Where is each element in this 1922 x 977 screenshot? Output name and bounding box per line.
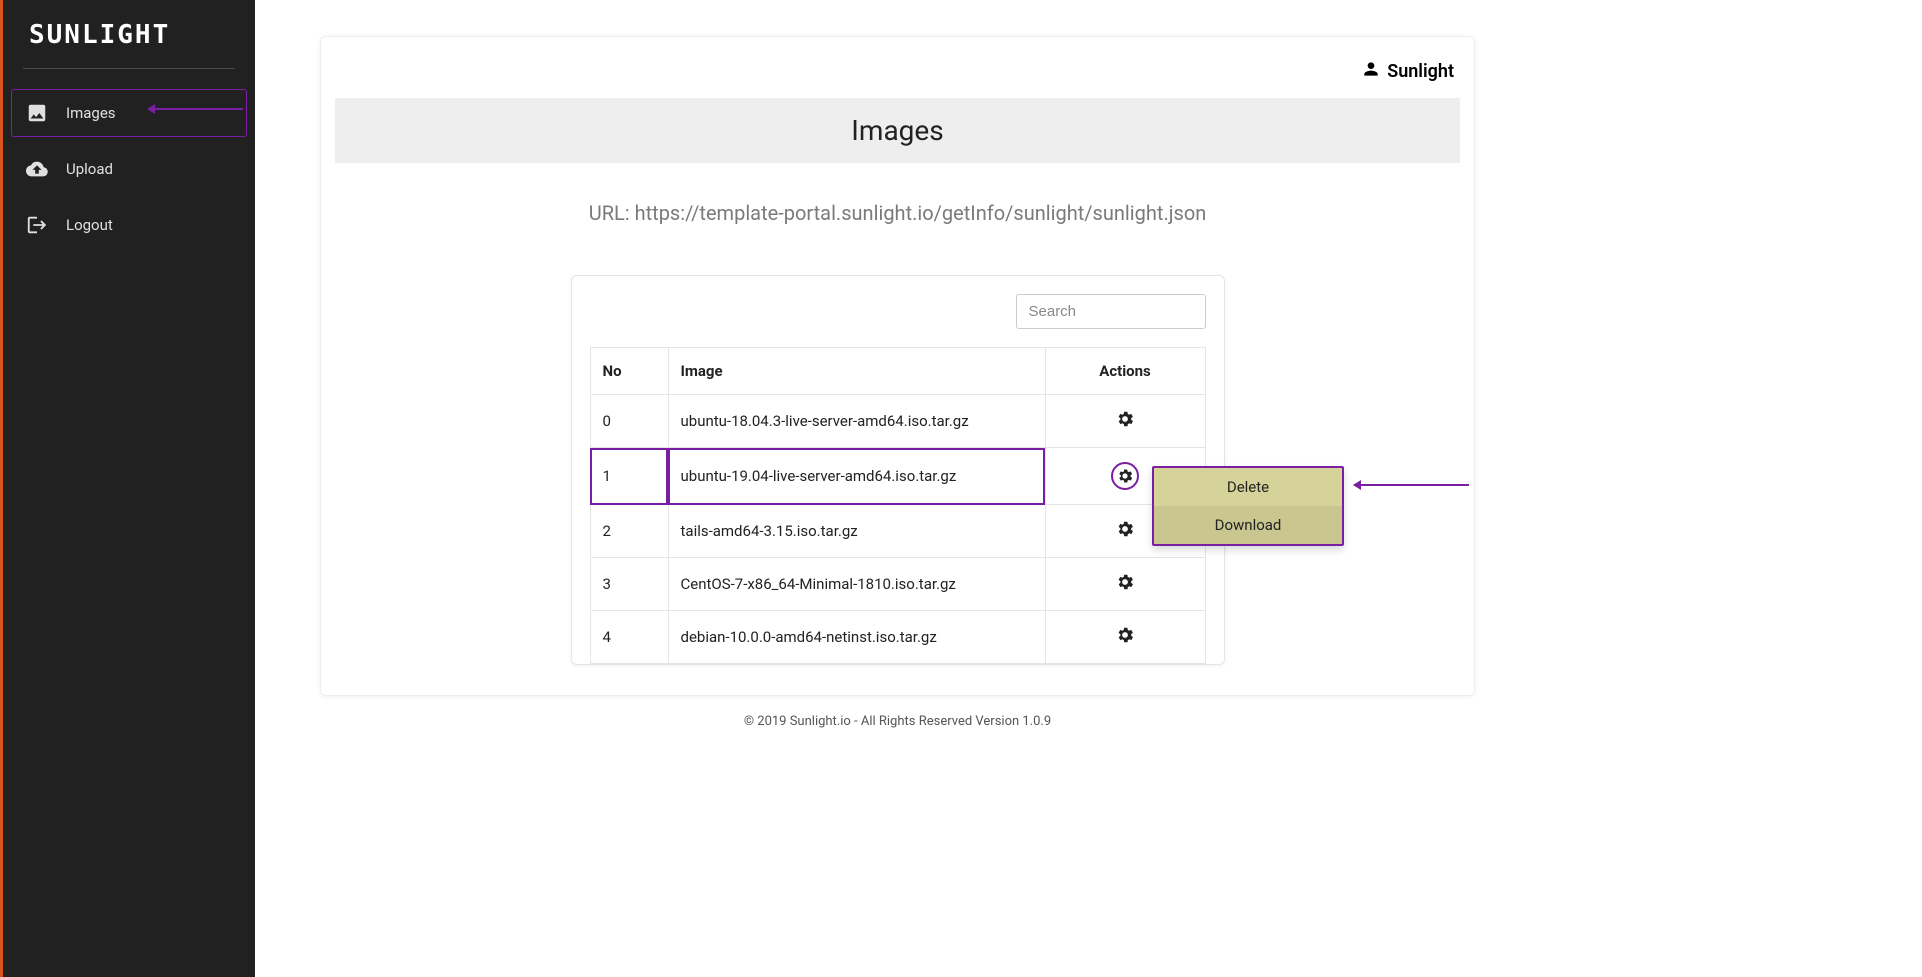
col-image: Image: [668, 348, 1045, 395]
user-name: Sunlight: [1387, 61, 1454, 82]
logout-icon: [26, 214, 48, 236]
cell-no: 1: [590, 448, 668, 505]
sidebar-item-label: Upload: [66, 160, 113, 178]
col-no: No: [590, 348, 668, 395]
cell-no: 3: [590, 558, 668, 611]
images-table: No Image Actions 0 ubuntu-18.04.3-live-s…: [590, 347, 1206, 664]
table-row: 2 tails-amd64-3.15.iso.tar.gz: [590, 505, 1205, 558]
table-row: 4 debian-10.0.0-amd64-netinst.iso.tar.gz: [590, 611, 1205, 664]
actions-dropdown: Delete Download: [1152, 466, 1344, 546]
cell-image: ubuntu-18.04.3-live-server-amd64.iso.tar…: [668, 395, 1045, 448]
table-row: 3 CentOS-7-x86_64-Minimal-1810.iso.tar.g…: [590, 558, 1205, 611]
sidebar: SUNLIGHT Images Upload Logout: [3, 0, 255, 977]
sidebar-item-images[interactable]: Images: [11, 89, 247, 137]
cell-image: ubuntu-19.04-live-server-amd64.iso.tar.g…: [668, 448, 1045, 505]
main-card: Sunlight Images URL: https://template-po…: [320, 36, 1475, 696]
dropdown-download[interactable]: Download: [1154, 506, 1342, 544]
cell-no: 0: [590, 395, 668, 448]
sidebar-item-label: Logout: [66, 216, 113, 234]
image-icon: [26, 102, 48, 124]
annotation-arrow: [148, 108, 243, 110]
person-icon: [1361, 59, 1381, 84]
page-title: Images: [335, 98, 1460, 163]
gear-icon[interactable]: [1115, 519, 1135, 539]
search-input[interactable]: [1016, 294, 1206, 329]
cell-no: 2: [590, 505, 668, 558]
sidebar-item-upload[interactable]: Upload: [11, 145, 247, 193]
gear-icon[interactable]: [1111, 462, 1139, 490]
footer: © 2019 Sunlight.io - All Rights Reserved…: [320, 714, 1475, 729]
gear-icon[interactable]: [1115, 409, 1135, 429]
table-row: 0 ubuntu-18.04.3-live-server-amd64.iso.t…: [590, 395, 1205, 448]
cloud-upload-icon: [26, 158, 48, 180]
table-row: 1 ubuntu-19.04-live-server-amd64.iso.tar…: [590, 448, 1205, 505]
sidebar-item-label: Images: [66, 104, 116, 122]
sidebar-divider: [23, 68, 235, 69]
gear-icon[interactable]: [1115, 572, 1135, 592]
cell-no: 4: [590, 611, 668, 664]
sidebar-item-logout[interactable]: Logout: [11, 201, 247, 249]
brand-logo: SUNLIGHT: [3, 0, 255, 68]
user-menu[interactable]: Sunlight: [321, 37, 1474, 98]
cell-image: debian-10.0.0-amd64-netinst.iso.tar.gz: [668, 611, 1045, 664]
url-label: URL: https://template-portal.sunlight.io…: [321, 201, 1474, 225]
cell-image: CentOS-7-x86_64-Minimal-1810.iso.tar.gz: [668, 558, 1045, 611]
annotation-arrow: [1354, 484, 1469, 486]
table-card: No Image Actions 0 ubuntu-18.04.3-live-s…: [571, 275, 1225, 665]
gear-icon[interactable]: [1115, 625, 1135, 645]
dropdown-delete[interactable]: Delete: [1154, 468, 1342, 506]
main-content: Sunlight Images URL: https://template-po…: [320, 36, 1475, 729]
col-actions: Actions: [1045, 348, 1205, 395]
cell-image: tails-amd64-3.15.iso.tar.gz: [668, 505, 1045, 558]
